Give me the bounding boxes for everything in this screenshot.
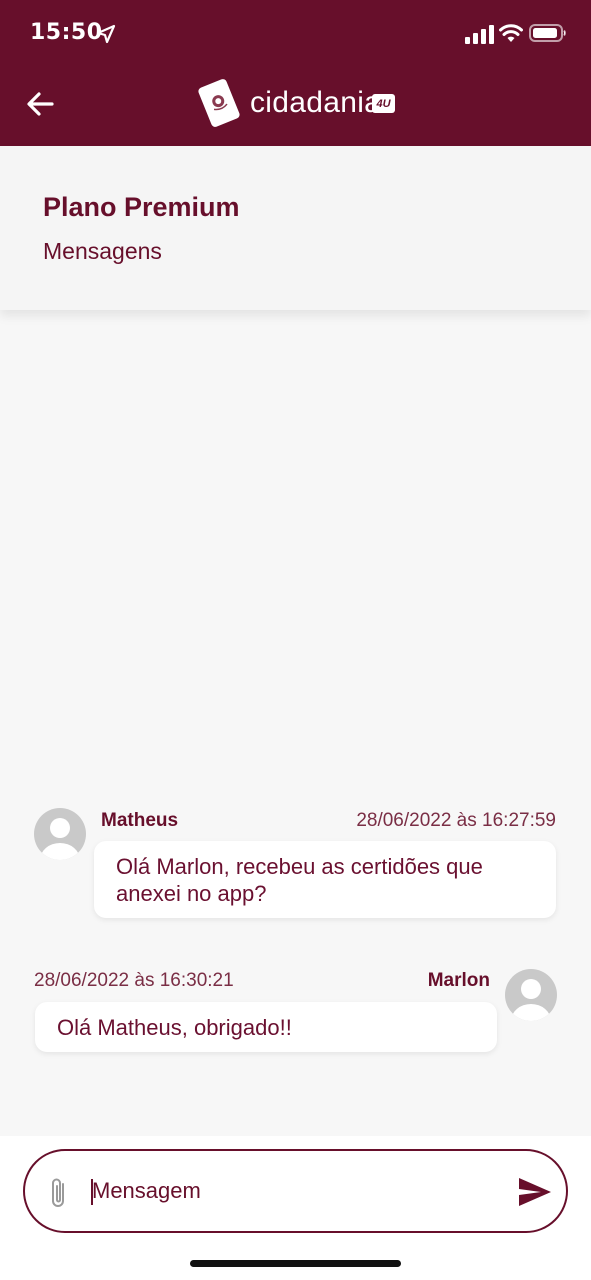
passport-logo-icon [198, 79, 240, 127]
wifi-icon [499, 24, 523, 42]
paperclip-icon[interactable] [47, 1175, 71, 1211]
avatar-icon [40, 818, 80, 860]
back-button[interactable] [22, 86, 58, 122]
battery-icon [529, 24, 566, 42]
logo-badge: 4U [372, 94, 395, 113]
home-indicator [190, 1260, 401, 1267]
back-arrow-icon [27, 92, 54, 116]
message-bubble: Olá Matheus, obrigado!! [35, 1002, 497, 1052]
message-input[interactable] [92, 1171, 492, 1211]
message-text: Olá Marlon, recebeu as certidões que [116, 854, 483, 879]
send-icon[interactable] [517, 1175, 553, 1209]
logo-text: cidadania [250, 86, 382, 119]
message-sender: Matheus [101, 810, 179, 831]
plan-title: Plano Premium [43, 192, 240, 222]
avatar [34, 808, 86, 860]
avatar-icon [511, 979, 551, 1021]
avatar [505, 969, 557, 1021]
message-timestamp: 28/06/2022 às 16:27:59 [356, 810, 556, 831]
plan-header: Plano Premium Mensagens [0, 146, 591, 310]
message-timestamp: 28/06/2022 às 16:30:21 [34, 970, 234, 991]
signal-icon [465, 25, 494, 44]
message-composer [23, 1149, 568, 1233]
plan-subtitle: Mensagens [43, 238, 162, 264]
message-bubble: Olá Marlon, recebeu as certidões que ane… [94, 841, 556, 918]
app-logo: cidadania 4U [192, 74, 402, 130]
status-time: 15:50 [30, 20, 103, 45]
text-caret [91, 1179, 93, 1205]
location-arrow-icon [96, 24, 116, 44]
app-header: 15:50 cidadania 4U [0, 0, 591, 146]
message-sender: Marlon [427, 970, 490, 991]
message-text: Olá Matheus, obrigado!! [57, 1015, 292, 1040]
status-bar: 15:50 [0, 0, 591, 66]
message-text: anexei no app? [116, 881, 267, 906]
